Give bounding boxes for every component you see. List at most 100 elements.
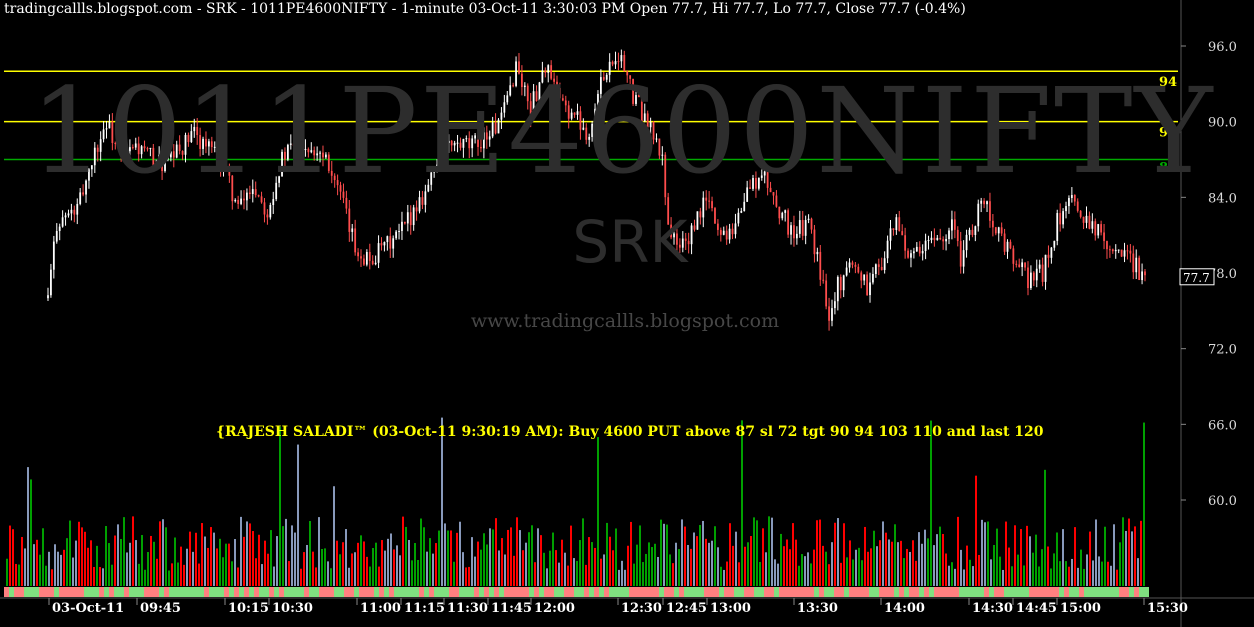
candle-up (977, 203, 980, 227)
volume-bar (843, 523, 845, 586)
volume-strip-cell (159, 587, 164, 597)
volume-bar (369, 566, 371, 586)
volume-bar (378, 566, 380, 586)
volume-bar (711, 540, 713, 586)
candle-up (781, 212, 784, 219)
candle-down (880, 266, 883, 270)
candle-up (743, 201, 746, 211)
volume-bar (270, 530, 272, 586)
volume-bar (363, 541, 365, 586)
volume-bar (1104, 526, 1106, 586)
volume-strip-cell (1009, 587, 1014, 597)
volume-strip-cell (759, 587, 764, 597)
volume-bar (84, 531, 86, 586)
volume-strip-cell (564, 587, 569, 597)
volume-strip-cell (729, 587, 734, 597)
volume-strip-cell (49, 587, 54, 597)
candle-up (895, 217, 898, 231)
candle-down (1000, 227, 1003, 234)
volume-strip-cell (994, 587, 999, 597)
volume-strip-cell (279, 587, 284, 597)
volume-bar (396, 545, 398, 586)
x-tick-label: 12:00 (534, 601, 575, 616)
candle-up (377, 243, 380, 263)
volume-bar (666, 524, 668, 586)
volume-bar (294, 532, 296, 586)
volume-bar (249, 523, 251, 586)
volume-bar (1002, 569, 1004, 586)
volume-bar (864, 526, 866, 586)
volume-bar (1083, 568, 1085, 586)
volume-strip-cell (979, 587, 984, 597)
candle-up (734, 223, 737, 235)
candle-up (374, 262, 377, 265)
volume-bar (417, 560, 419, 586)
candle-up (722, 230, 725, 235)
volume-strip-cell (884, 587, 889, 597)
volume-bar (690, 548, 692, 586)
volume-bar (777, 563, 779, 586)
volume-strip-cell (294, 587, 299, 597)
volume-bar (960, 549, 962, 586)
volume-strip-cell (974, 587, 979, 597)
volume-bar (870, 548, 872, 586)
candle-down (1132, 253, 1135, 273)
volume-bar (972, 566, 974, 586)
volume-bar (831, 542, 833, 586)
volume-strip-cell (599, 587, 604, 597)
candle-up (737, 212, 740, 224)
volume-bar (1029, 536, 1031, 586)
volume-strip-cell (69, 587, 74, 597)
candle-up (50, 269, 52, 296)
volume-bar (402, 516, 404, 586)
volume-bar (291, 525, 293, 586)
candle-up (1097, 224, 1100, 236)
candle-up (986, 201, 988, 205)
volume-strip-cell (209, 587, 214, 597)
volume-strip-cell (954, 587, 959, 597)
volume-bar (96, 545, 98, 586)
candle-up (798, 220, 801, 234)
volume-strip-cell (784, 587, 789, 597)
volume-bar (300, 568, 302, 586)
volume-strip-cell (64, 587, 69, 597)
volume-bar (744, 546, 746, 586)
volume-strip-cell (444, 587, 449, 597)
volume-bar (513, 555, 515, 586)
volume-strip-cell (1129, 587, 1134, 597)
volume-bar (69, 520, 71, 586)
candle-down (708, 200, 711, 202)
volume-bar (663, 523, 665, 586)
volume-strip-cell (779, 587, 784, 597)
volume-bar (372, 548, 374, 586)
volume-strip-cell (499, 587, 504, 597)
volume-bar (105, 526, 107, 586)
volume-bar (489, 528, 491, 586)
volume-bar (180, 546, 182, 586)
volume-bar (621, 560, 623, 586)
candle-up (784, 210, 787, 213)
volume-bar (168, 570, 170, 586)
volume-bar (237, 567, 239, 586)
volume-strip-cell (254, 587, 259, 597)
volume-strip-cell (44, 587, 49, 597)
volume-bar (1005, 521, 1007, 586)
volume-strip-cell (594, 587, 599, 597)
volume-bar (948, 565, 950, 586)
volume-strip-cell (859, 587, 864, 597)
volume-bar (1032, 552, 1034, 586)
volume-strip-cell (734, 587, 739, 597)
volume-bar (351, 553, 353, 586)
volume-bar (471, 537, 473, 586)
volume-strip-cell (74, 587, 79, 597)
volume-bar (21, 537, 23, 586)
candle-down (983, 200, 986, 205)
volume-strip-cell (154, 587, 159, 597)
volume-strip-cell (629, 587, 634, 597)
volume-strip-cell (104, 587, 109, 597)
candle-up (1044, 254, 1047, 282)
volume-strip-cell (649, 587, 654, 597)
volume-bar (60, 554, 62, 586)
volume-bar (780, 533, 782, 586)
volume-bar (243, 536, 245, 586)
